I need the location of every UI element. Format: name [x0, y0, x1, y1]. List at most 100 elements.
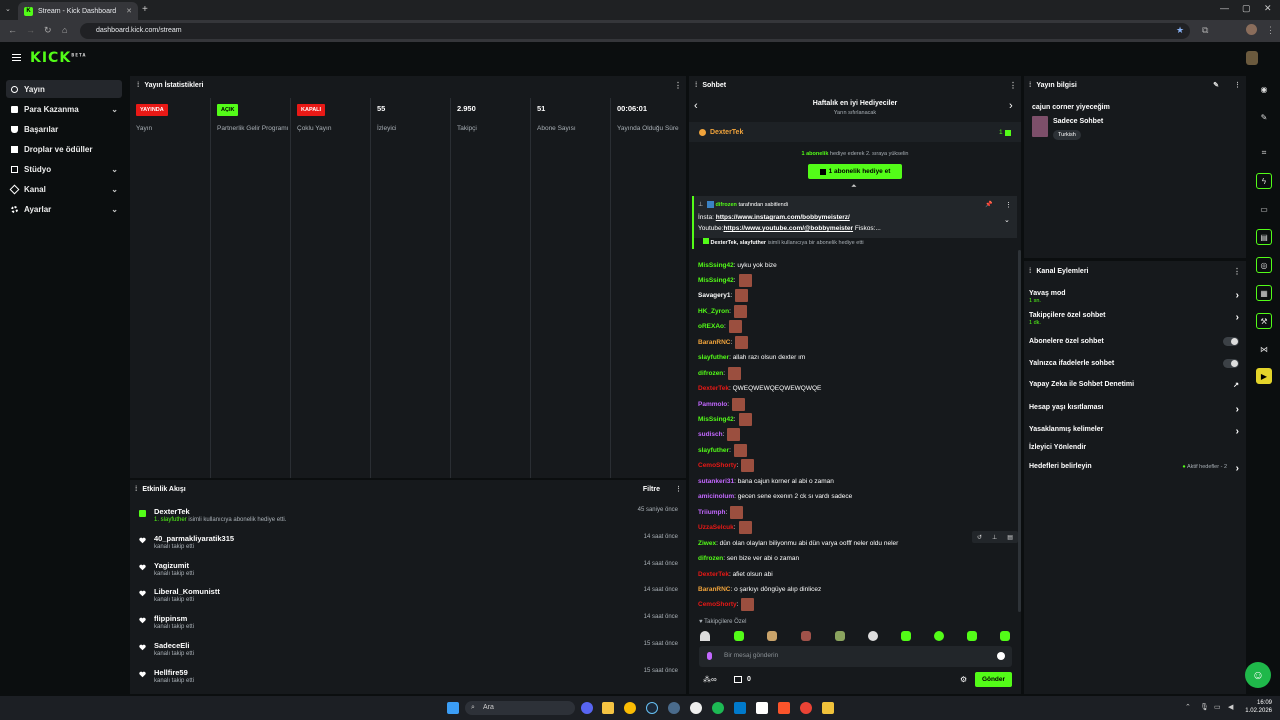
taskbar-search[interactable]: ⌕ Ara — [465, 701, 575, 715]
notes-icon[interactable]: ▭ — [1256, 201, 1272, 217]
extensions-icon[interactable]: ⧉ — [1202, 25, 1208, 36]
chat-scrollbar[interactable] — [1018, 250, 1021, 612]
steam-icon[interactable] — [646, 702, 658, 714]
slow-mode-row[interactable]: Yavaş mod 1 sn. › — [1029, 290, 1239, 304]
chat-username[interactable]: Triiumph — [698, 509, 725, 516]
chat-username[interactable]: BaranRNC — [698, 339, 731, 346]
emote[interactable] — [734, 631, 744, 641]
ai-moderation-row[interactable]: Yapay Zeka ile Sohbet Denetimi ↗ — [1029, 381, 1239, 389]
chat-username[interactable]: Ziwex — [698, 540, 716, 547]
share-icon[interactable]: ⋈ — [1256, 341, 1272, 357]
gift-subscription-button[interactable]: 1 abonelik hediye et — [808, 164, 902, 179]
chat-username[interactable]: BaranRNC — [698, 586, 731, 593]
notion-icon[interactable] — [756, 702, 768, 714]
clock[interactable]: 16:09 1.02.2026 — [1240, 699, 1272, 715]
chat-username[interactable]: DexterTek — [698, 571, 729, 578]
more-options-icon[interactable]: ⋮ — [1233, 267, 1241, 276]
emote[interactable] — [1000, 631, 1010, 641]
drag-handle-icon[interactable]: ⁞ — [1029, 268, 1031, 275]
account-age-row[interactable]: Hesap yaşı kısıtlaması › — [1029, 404, 1239, 415]
pin-message-icon[interactable]: ⊥ — [992, 534, 997, 541]
brave-icon[interactable] — [778, 702, 790, 714]
chat-username[interactable]: amicinolum — [698, 493, 734, 500]
quick-action-icon[interactable]: ϟ — [1256, 173, 1272, 189]
drag-handle-icon[interactable]: ⁞ — [1029, 82, 1031, 89]
edit-layout-icon[interactable]: ✎ — [1256, 109, 1272, 125]
browser-tab[interactable]: K Stream - Kick Dashboard ✕ — [18, 2, 138, 20]
chat-emote[interactable] — [741, 598, 755, 612]
emoji-icon[interactable] — [997, 652, 1005, 660]
chat-username[interactable]: MisSsing42 — [698, 262, 734, 269]
emote[interactable] — [967, 631, 977, 641]
emote[interactable] — [901, 631, 911, 641]
chat-username[interactable]: sutankeri31 — [698, 478, 734, 485]
emote[interactable] — [835, 631, 845, 641]
sidebar-item-achievements[interactable]: Başarılar — [6, 120, 122, 138]
chat-message[interactable]: MisSsing42: uyku yok bize — [698, 258, 1018, 272]
github-icon[interactable] — [690, 702, 702, 714]
chat-input[interactable]: Bir mesaj gönderin — [699, 646, 1012, 667]
reload-icon[interactable]: ↻ — [44, 25, 52, 36]
chat-username[interactable]: Pammolo — [698, 401, 727, 408]
mic-icon[interactable] — [707, 652, 712, 660]
close-window-icon[interactable]: ✕ — [1264, 3, 1272, 14]
chat-username[interactable]: CemoShorty — [698, 601, 737, 608]
chat-message[interactable]: difrozen: — [698, 366, 1018, 380]
chat-settings-icon[interactable]: ⚙ — [960, 675, 967, 684]
expand-icon[interactable]: ⏶ — [851, 183, 857, 191]
chat-username[interactable]: slayfuther — [698, 447, 729, 454]
menu-icon[interactable] — [12, 54, 21, 61]
goals-row[interactable]: Hedefleri belirleyin ● Aktif hedefler - … — [1029, 463, 1239, 474]
delete-icon[interactable]: ▤ — [1007, 534, 1013, 541]
chat-emote[interactable] — [732, 397, 746, 411]
profile-avatar-icon[interactable] — [1246, 24, 1257, 35]
chat-message[interactable]: BaranRNC: — [698, 335, 1018, 349]
chat-message[interactable]: DexterTek: QWEQWEWQEQWEWQWQE — [698, 382, 1018, 396]
emote[interactable] — [767, 631, 777, 641]
discord-icon[interactable] — [581, 702, 593, 714]
browser-menu-icon[interactable]: ⋮ — [1266, 25, 1275, 36]
emote[interactable] — [934, 631, 944, 641]
emote[interactable] — [868, 631, 878, 641]
taskbar-app-icon[interactable] — [822, 702, 834, 714]
chat-message[interactable]: sudisch: — [698, 428, 1018, 442]
tools-widget-icon[interactable]: ⚒ — [1256, 313, 1272, 329]
more-options-icon[interactable]: ⋮ — [1005, 201, 1012, 209]
chat-emote[interactable] — [733, 443, 747, 457]
chat-message[interactable]: DexterTek: afiet olsun abi — [698, 567, 1018, 581]
clips-icon[interactable]: ▶ — [1256, 368, 1272, 384]
chat-message[interactable]: Savagery1: — [698, 289, 1018, 303]
chat-username[interactable]: HK_Zyron — [698, 308, 729, 315]
chat-message[interactable]: slayfuther: allah razı olsun dexter ım — [698, 351, 1018, 365]
chat-message[interactable]: Ziwex: dün olan olayları biliyonmu abi d… — [698, 536, 1018, 550]
chat-emote[interactable] — [738, 273, 752, 287]
filter-button[interactable]: Filtre — [643, 486, 660, 493]
instagram-link[interactable]: https://www.instagram.com/bobbymeisterz/ — [716, 214, 850, 221]
chat-username[interactable]: MisSsing42 — [698, 416, 734, 423]
chat-username[interactable]: difrozen — [698, 555, 723, 562]
top-gifter-name[interactable]: DexterTek — [710, 129, 743, 136]
chat-message[interactable]: Triiumph: — [698, 505, 1018, 519]
tab-search-icon[interactable]: ⌄ — [5, 5, 11, 13]
leaderboard-prev-icon[interactable]: ‹ — [694, 100, 698, 112]
chat-emote[interactable] — [735, 335, 749, 349]
emote[interactable] — [801, 631, 811, 641]
drag-handle-icon[interactable]: ⁞ — [695, 82, 697, 89]
chat-message[interactable]: oREXAo: — [698, 320, 1018, 334]
maximize-icon[interactable]: ▢ — [1242, 3, 1251, 14]
chat-emote[interactable] — [728, 320, 742, 334]
kick-logo[interactable]: KICKBETA — [30, 50, 86, 66]
chat-message[interactable]: sutankeri31: bana cajun korner al abi o … — [698, 474, 1018, 488]
chat-message[interactable]: MisSsing42: — [698, 273, 1018, 287]
chat-username[interactable]: slayfuther — [698, 354, 729, 361]
chat-message[interactable]: BaranRNC: o şarkıyı döngüye alıp dinlice… — [698, 582, 1018, 596]
chat-message[interactable]: amicinolum: gecen sene exenın 2 ck sı va… — [698, 490, 1018, 504]
host-row[interactable]: İzleyici Yönlendir — [1029, 444, 1239, 451]
stream-dashboard-icon[interactable]: ◉ — [1256, 81, 1272, 97]
volume-icon[interactable]: ◀ — [1228, 703, 1233, 711]
chat-emote[interactable] — [728, 366, 742, 380]
tray-chevron-icon[interactable]: ⌃ — [1185, 703, 1191, 711]
collapse-icon[interactable]: ⌄ — [1004, 216, 1010, 224]
banned-words-row[interactable]: Yasaklanmış kelimeler › — [1029, 426, 1239, 437]
subscribers-only-toggle[interactable] — [1223, 337, 1239, 346]
